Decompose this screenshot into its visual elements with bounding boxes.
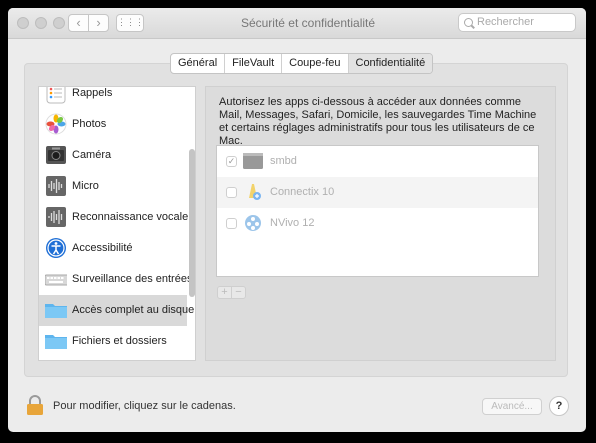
app-name: NVivo 12 — [270, 217, 315, 229]
lock-message: Pour modifier, cliquez sur le cadenas. — [53, 400, 236, 412]
sidebar-item-label: Fichiers et dossiers — [72, 335, 167, 347]
tab-privacy[interactable]: Confidentialité — [348, 54, 433, 73]
sidebar-item-label: Surveillance des entrées — [72, 273, 193, 285]
photos-icon — [45, 113, 67, 135]
tab-firewall[interactable]: Coupe-feu — [282, 54, 349, 73]
show-all-grid-icon[interactable]: ⋮⋮⋮ — [116, 14, 144, 32]
sidebar-item-photos[interactable]: Photos — [39, 109, 187, 140]
sidebar-item-label: Caméra — [72, 149, 112, 161]
permission-description: Autorisez les apps ci-dessous à accéder … — [219, 96, 537, 147]
folder-icon — [45, 304, 67, 318]
app-checkbox[interactable] — [226, 218, 237, 229]
sidebar-item-label: Micro — [72, 180, 99, 192]
back-button[interactable]: ‹ — [68, 14, 89, 32]
zoom-window-button[interactable] — [53, 17, 65, 29]
sidebar-item-label: Accessibilité — [72, 242, 133, 254]
folder-icon — [45, 335, 67, 349]
sidebar-item-input-monitoring[interactable]: Surveillance des entrées — [39, 264, 192, 295]
reminders-icon — [46, 87, 66, 104]
app-row-nvivo[interactable]: NVivo 12 — [217, 208, 538, 239]
tab-general[interactable]: Général — [171, 54, 226, 73]
terminal-icon — [243, 153, 263, 169]
sidebar-item-speech-recognition[interactable]: Reconnaissance vocale — [39, 202, 189, 233]
window-title: Sécurité et confidentialité — [240, 16, 376, 30]
sidebar-item-full-disk-access[interactable]: Accès complet au disque — [39, 295, 194, 326]
remove-app-button[interactable]: − — [231, 286, 246, 299]
minimize-window-button[interactable] — [35, 17, 47, 29]
advanced-button[interactable]: Avancé... — [482, 398, 542, 415]
title-bar: ‹ › ⋮⋮⋮ Sécurité et confidentialité Rech… — [8, 8, 586, 39]
search-placeholder: Rechercher — [477, 16, 534, 28]
app-checkbox[interactable]: ✓ — [226, 156, 237, 167]
preferences-window: ‹ › ⋮⋮⋮ Sécurité et confidentialité Rech… — [8, 8, 586, 432]
search-icon — [464, 18, 473, 27]
camera-icon — [46, 146, 66, 164]
sidebar-item-reminders[interactable]: Rappels — [39, 87, 187, 109]
add-app-button[interactable]: + — [217, 286, 232, 299]
app-permissions-pane: Autorisez les apps ci-dessous à accéder … — [205, 86, 556, 361]
sidebar-item-label: Reconnaissance vocale — [72, 211, 189, 223]
sidebar-item-files-folders[interactable]: Fichiers et dossiers — [39, 326, 187, 357]
sidebar-item-label: Photos — [72, 118, 107, 130]
connectix-icon — [249, 184, 261, 200]
forward-button[interactable]: › — [88, 14, 109, 32]
sidebar-item-microphone[interactable]: Micro — [39, 171, 187, 202]
app-row-connectix[interactable]: Connectix 10 — [217, 177, 538, 208]
close-window-button[interactable] — [17, 17, 29, 29]
tab-bar: Général FileVault Coupe-feu Confidential… — [170, 53, 434, 74]
speech-recognition-icon — [46, 207, 66, 227]
nvivo-icon — [245, 215, 261, 231]
sidebar-item-label: Accès complet au disque — [72, 304, 195, 316]
help-button[interactable]: ? — [549, 396, 569, 416]
app-name: smbd — [270, 155, 297, 167]
tab-filevault[interactable]: FileVault — [225, 54, 283, 73]
app-name: Connectix 10 — [270, 186, 335, 198]
app-list: ✓ smbd Connectix 10 NVivo 12 — [216, 145, 539, 277]
sidebar-scrollbar[interactable] — [189, 149, 195, 297]
privacy-category-list[interactable]: Rappels Photos Caméra Micro Reconnaissan… — [38, 86, 196, 361]
sidebar-item-label: Rappels — [72, 87, 113, 99]
lock-icon[interactable] — [26, 395, 44, 415]
app-checkbox[interactable] — [226, 187, 237, 198]
search-input[interactable]: Rechercher — [458, 13, 576, 32]
microphone-icon — [46, 176, 66, 196]
app-row-smbd[interactable]: ✓ smbd — [217, 146, 538, 177]
keyboard-icon — [45, 274, 67, 286]
sidebar-item-accessibility[interactable]: Accessibilité — [39, 233, 187, 264]
accessibility-icon — [46, 238, 66, 258]
sidebar-item-camera[interactable]: Caméra — [39, 140, 187, 171]
